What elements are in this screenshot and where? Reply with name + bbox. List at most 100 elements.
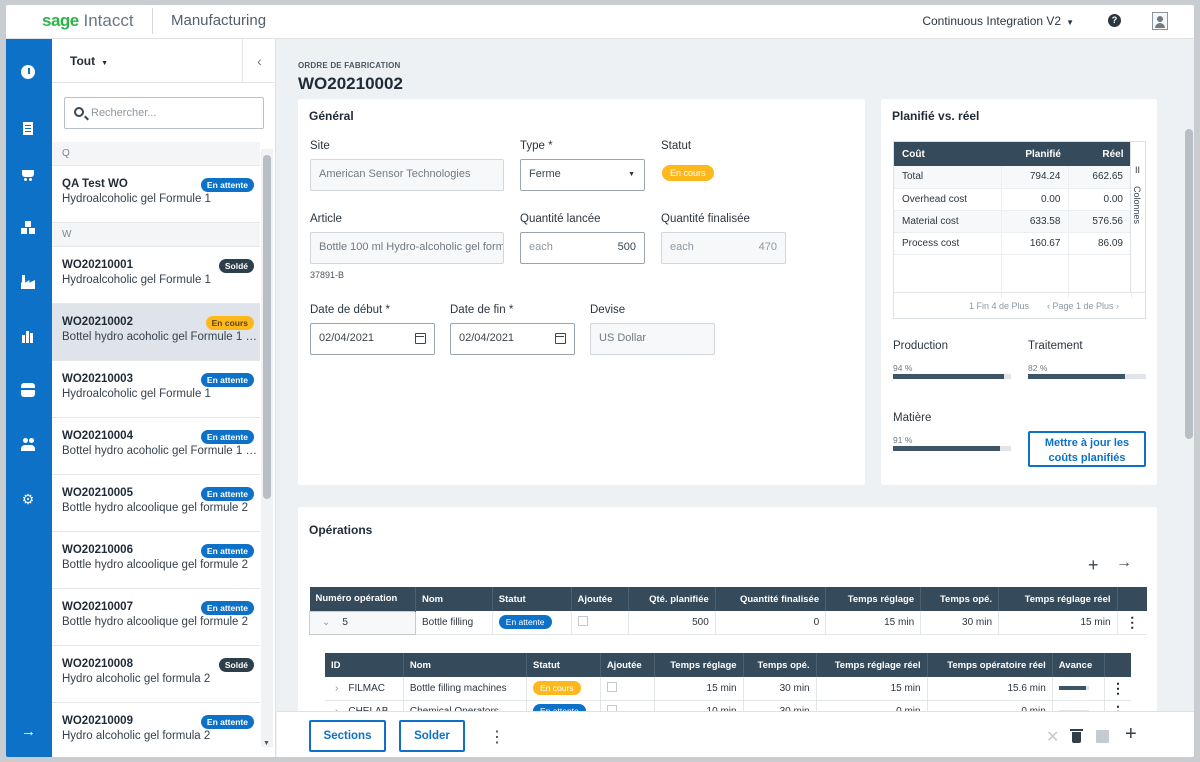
main-scrollbar[interactable] bbox=[1182, 99, 1194, 704]
treatment-pct: 82 % bbox=[1028, 363, 1048, 373]
close-order-button[interactable]: Solder bbox=[399, 720, 465, 752]
cost-row[interactable]: Overhead cost 0.00 0.00 bbox=[894, 188, 1132, 211]
open-arrow-icon[interactable]: → bbox=[1116, 554, 1132, 572]
chart-icon[interactable] bbox=[21, 329, 35, 343]
search-input[interactable] bbox=[91, 104, 256, 122]
ops-col-header[interactable]: Nom bbox=[415, 587, 493, 611]
resource-id-cell: › FILMAC bbox=[325, 677, 404, 701]
end-date-field[interactable]: 02/04/2021 bbox=[450, 323, 575, 355]
material-progress bbox=[893, 446, 1011, 451]
filter-dropdown[interactable]: Tout ▼ bbox=[70, 54, 108, 68]
scroll-down-icon[interactable]: ▼ bbox=[263, 740, 270, 747]
sub-col-header[interactable]: Temps réglage réel bbox=[816, 653, 928, 677]
sub-col-header[interactable]: Temps opé. bbox=[743, 653, 817, 677]
sub-col-header[interactable]: Temps réglage bbox=[654, 653, 744, 677]
more-options-icon[interactable]: ⋮ bbox=[1111, 680, 1125, 696]
add-operation-icon[interactable]: + bbox=[1088, 555, 1099, 576]
list-item[interactable]: WO20210006 Bottle hydro alcoolique gel fo… bbox=[52, 532, 260, 589]
type-select[interactable]: Ferme ▼ bbox=[520, 159, 645, 191]
sub-col-header[interactable]: Ajoutée bbox=[600, 653, 655, 677]
list-item[interactable]: WO20210003 Hydroalcoholic gel Formule 1 En… bbox=[52, 361, 260, 418]
col-cost[interactable]: Coût bbox=[894, 142, 1002, 166]
search-box[interactable] bbox=[64, 97, 264, 129]
list-scrollbar[interactable]: ▼ bbox=[261, 149, 273, 747]
user-icon[interactable] bbox=[1152, 12, 1168, 30]
ops-col-header[interactable]: Ajoutée bbox=[571, 587, 629, 611]
list-item[interactable]: WO20210005 Bottle hydro alcoolique gel fo… bbox=[52, 475, 260, 532]
cart-icon[interactable] bbox=[21, 167, 35, 181]
order-description: Bottle hydro alcoolique gel formule 2 bbox=[62, 616, 249, 628]
boxes-icon[interactable] bbox=[21, 221, 35, 235]
factory-icon[interactable] bbox=[21, 275, 35, 289]
card-icon[interactable] bbox=[21, 383, 35, 397]
col-actual[interactable]: Réel bbox=[1068, 142, 1132, 166]
ops-col-header[interactable]: Numéro opération bbox=[309, 587, 416, 611]
brand-sage: sage bbox=[42, 11, 79, 30]
add-icon[interactable]: + bbox=[1125, 723, 1137, 746]
list-item[interactable]: WO20210001 Hydroalcoholic gel Formule 1 So… bbox=[52, 247, 260, 304]
list-item[interactable]: WO20210008 Hydro alcoholic gel formula 2S… bbox=[52, 646, 260, 703]
col-planned[interactable]: Planifié bbox=[1001, 142, 1069, 166]
scrollbar-thumb[interactable] bbox=[263, 155, 271, 499]
cost-row[interactable]: Material cost 633.58 576.56 bbox=[894, 210, 1132, 233]
clock-icon[interactable] bbox=[21, 65, 35, 79]
start-date-field[interactable]: 02/04/2021 bbox=[310, 323, 435, 355]
sage-intacct-logo[interactable]: sage Intacct bbox=[42, 11, 134, 31]
added-checkbox[interactable] bbox=[577, 615, 588, 626]
added-checkbox[interactable] bbox=[606, 681, 617, 692]
list-item[interactable]: WO20210002 Bottel hydro acoholic gel Form… bbox=[52, 304, 260, 361]
sub-col-header[interactable]: Statut bbox=[526, 653, 601, 677]
cancel-icon[interactable]: ✕ bbox=[1046, 727, 1059, 747]
save-icon[interactable] bbox=[1096, 730, 1109, 743]
calendar-icon[interactable] bbox=[415, 333, 426, 344]
cost-row[interactable]: Process cost 160.67 86.09 bbox=[894, 232, 1132, 255]
company-selector[interactable]: Continuous Integration V2 ▼ bbox=[922, 14, 1074, 28]
collapse-panel-icon[interactable]: ‹ bbox=[242, 39, 276, 83]
chevron-right-icon[interactable]: › bbox=[335, 683, 338, 694]
article-field[interactable]: Bottle 100 ml Hydro-alcoholic gel form bbox=[310, 232, 504, 264]
sections-button[interactable]: Sections bbox=[309, 720, 386, 752]
update-planned-costs-button[interactable]: Mettre à jour les coûts planifiés bbox=[1028, 431, 1146, 467]
trash-icon[interactable] bbox=[1070, 729, 1083, 744]
page-navigator[interactable]: ‹ Page 1 de Plus › bbox=[1047, 301, 1119, 311]
treatment-progress bbox=[1028, 374, 1146, 379]
list-item[interactable]: WO20210004 Bottel hydro acoholic gel Form… bbox=[52, 418, 260, 475]
help-icon[interactable]: ? bbox=[1108, 14, 1121, 27]
qty-launched-field[interactable]: each 500 bbox=[520, 232, 645, 264]
people-icon[interactable] bbox=[21, 437, 35, 451]
actual-value: 662.65 bbox=[1068, 166, 1132, 189]
ops-col-header[interactable]: Statut bbox=[492, 587, 572, 611]
sub-col-header[interactable]: Temps opératoire réel bbox=[927, 653, 1053, 677]
expand-arrow-icon[interactable]: → bbox=[21, 724, 36, 739]
cost-name: Total bbox=[894, 166, 1002, 189]
site-field[interactable]: American Sensor Technologies bbox=[310, 159, 504, 191]
list-item[interactable]: WO20210009 Hydro alcoholic gel formula 2E… bbox=[52, 703, 260, 757]
more-options-icon[interactable]: ⋮ bbox=[1125, 614, 1139, 630]
ops-col-header[interactable]: Temps opé. bbox=[920, 587, 1000, 611]
more-options-icon[interactable]: ⋮ bbox=[489, 727, 505, 747]
calendar-icon[interactable] bbox=[555, 333, 566, 344]
ops-col-header[interactable]: Temps réglage réel bbox=[998, 587, 1118, 611]
ops-col-header[interactable]: Quantité finalisée bbox=[715, 587, 827, 611]
documents-icon[interactable] bbox=[21, 122, 35, 136]
ops-col-header[interactable]: Temps réglage bbox=[825, 587, 922, 611]
start-date-label: Date de début * bbox=[310, 304, 390, 316]
scrollbar-thumb[interactable] bbox=[1185, 129, 1193, 439]
gear-icon[interactable]: ⚙ bbox=[21, 492, 35, 506]
navigation-rail: ⚙ → bbox=[6, 39, 52, 757]
row-menu-cell[interactable]: ⋮ bbox=[1117, 611, 1147, 635]
list-item[interactable]: QA Test WO Hydroalcoholic gel Formule 1 En… bbox=[52, 166, 260, 223]
app-window: sage Intacct Manufacturing Continuous In… bbox=[6, 5, 1194, 757]
expand-chevron-icon[interactable]: ⌄ bbox=[322, 617, 330, 628]
row-menu-cell[interactable]: ⋮ bbox=[1104, 677, 1131, 701]
sub-col-header[interactable]: ID bbox=[325, 653, 404, 677]
list-item[interactable]: WO20210007 Bottle hydro alcoolique gel fo… bbox=[52, 589, 260, 646]
operation-number-cell[interactable]: ⌄ 5 bbox=[309, 610, 416, 635]
resource-row[interactable]: › FILMAC Bottle filling machines En cours 15… bbox=[325, 677, 1131, 701]
sub-col-header[interactable]: Nom bbox=[403, 653, 528, 677]
operation-row[interactable]: ⌄ 5 Bottle filling En attente 500 0 15 mi… bbox=[309, 610, 1147, 635]
cost-row[interactable]: Total 794.24 662.65 bbox=[894, 166, 1132, 189]
sub-col-header[interactable]: Avance bbox=[1052, 653, 1106, 677]
ops-col-header[interactable]: Qté. planifiée bbox=[628, 587, 716, 611]
columns-tab[interactable]: II Colonnes bbox=[1130, 142, 1145, 292]
